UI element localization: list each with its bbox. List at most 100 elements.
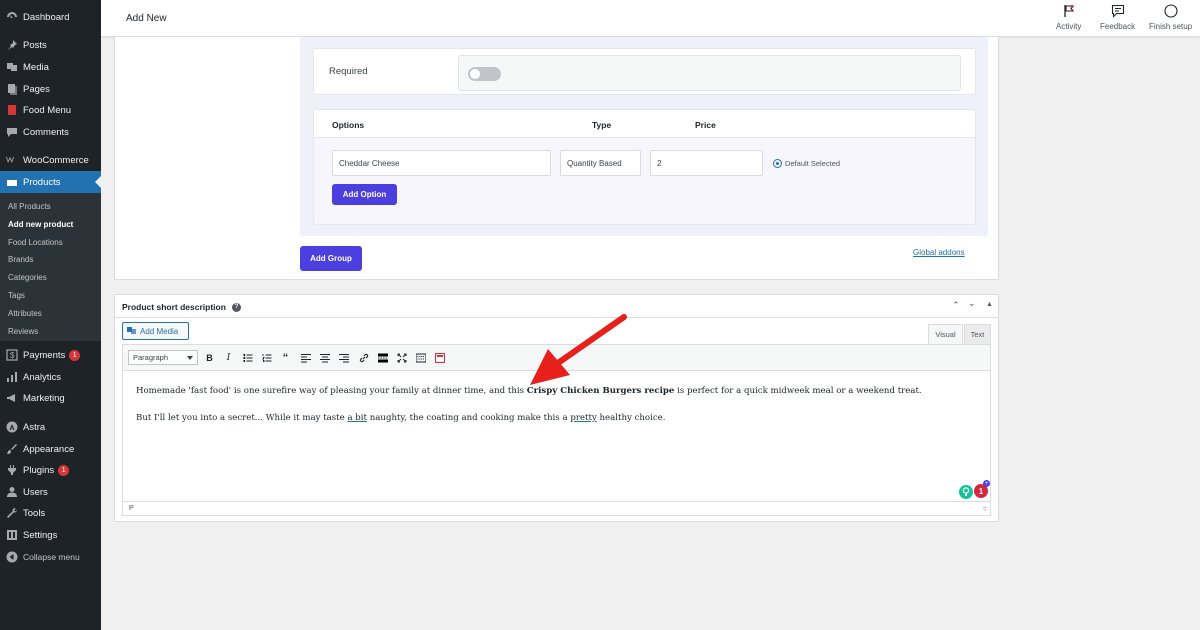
element-path[interactable]: P (129, 505, 134, 512)
required-toggle[interactable] (468, 67, 501, 81)
menu-marketing[interactable]: Marketing (0, 387, 101, 409)
form-embed-icon[interactable] (433, 351, 446, 364)
default-selected-radio[interactable]: Default Selected (773, 159, 840, 168)
option-type-select[interactable]: Quantity Based (560, 150, 641, 176)
editor-content[interactable]: Homemade 'fast food' is one surefire way… (123, 372, 990, 502)
text-run: naughty, the coating and cooking make th… (367, 413, 571, 424)
menu-settings[interactable]: Settings (0, 524, 101, 546)
menu-users[interactable]: Users (0, 481, 101, 503)
astra-icon (6, 421, 18, 433)
menu-food-menu[interactable]: Food Menu (0, 99, 101, 121)
bullet-list-icon[interactable] (241, 351, 254, 364)
submenu-categories[interactable]: Categories (8, 273, 47, 282)
required-row: Required (313, 48, 976, 95)
finish-setup-label: Finish setup (1149, 22, 1193, 31)
blockquote-icon[interactable]: “ (279, 351, 292, 364)
settings-icon (6, 529, 18, 541)
resize-handle-icon[interactable]: ≑ (982, 505, 988, 513)
menu-label: Posts (23, 39, 47, 51)
submenu-attributes[interactable]: Attributes (8, 309, 42, 318)
finish-setup-button[interactable]: Finish setup (1149, 4, 1192, 31)
menu-pages[interactable]: Pages (0, 78, 101, 100)
analytics-icon (6, 371, 18, 383)
text-run: But I'll let you into a secret... While … (136, 413, 348, 424)
menu-astra[interactable]: Astra (0, 416, 101, 438)
menu-label: Appearance (23, 443, 75, 455)
flag-icon (1064, 4, 1074, 17)
format-select[interactable]: Paragraph (128, 350, 198, 365)
plus-icon[interactable]: + (983, 480, 990, 487)
required-toggle-field (458, 55, 961, 91)
link-icon[interactable] (357, 351, 370, 364)
menu-woocommerce[interactable]: WooCommerce (0, 149, 101, 171)
menu-posts[interactable]: Posts (0, 34, 101, 56)
menu-label: WooCommerce (23, 154, 89, 166)
grammar-suggestion[interactable]: a bit (347, 413, 367, 423)
required-label: Required (329, 66, 368, 77)
fullscreen-icon[interactable] (395, 351, 408, 364)
menu-comments[interactable]: Comments (0, 121, 101, 143)
menu-label: Astra (23, 421, 46, 433)
add-group-button[interactable]: Add Group (300, 246, 362, 271)
submenu-add-new-product[interactable]: Add new product (8, 220, 73, 229)
options-table: Options Type Price Cheddar Cheese Quanti… (313, 109, 976, 225)
menu-label: Users (23, 486, 48, 498)
submenu-food-locations[interactable]: Food Locations (8, 238, 63, 247)
menu-analytics[interactable]: Analytics (0, 366, 101, 388)
submenu-reviews[interactable]: Reviews (8, 327, 38, 336)
default-selected-label: Default Selected (785, 159, 841, 168)
menu-products[interactable]: Products (0, 171, 101, 193)
align-center-icon[interactable] (318, 351, 331, 364)
price-column-header: Price (695, 120, 716, 130)
admin-sidebar: Dashboard Posts Media Pages Food Menu Co… (0, 0, 101, 630)
menu-dashboard[interactable]: Dashboard (0, 6, 101, 28)
submenu-tags[interactable]: Tags (8, 291, 25, 300)
feedback-button[interactable]: Feedback (1100, 4, 1135, 31)
add-option-button[interactable]: Add Option (332, 184, 397, 205)
menu-appearance[interactable]: Appearance (0, 438, 101, 460)
align-left-icon[interactable] (299, 351, 312, 364)
menu-media[interactable]: Media (0, 56, 101, 78)
move-up-icon[interactable]: ⌃ (952, 300, 960, 311)
menu-payments[interactable]: $ Payments 1 (0, 344, 101, 366)
tab-text[interactable]: Text (964, 324, 991, 344)
grammar-suggestion[interactable]: pretty (570, 413, 596, 423)
italic-icon[interactable]: I (222, 351, 235, 364)
products-submenu (0, 193, 101, 341)
page-title: Add New (126, 13, 167, 24)
options-header: Options Type Price (314, 110, 975, 138)
media-icon (127, 327, 136, 334)
menu-tools[interactable]: Tools (0, 502, 101, 524)
activity-button[interactable]: Activity (1056, 4, 1081, 31)
feedback-icon (1111, 4, 1124, 18)
option-name-input[interactable]: Cheddar Cheese (332, 150, 551, 176)
collapse-icon (6, 551, 18, 563)
submenu-brands[interactable]: Brands (8, 255, 33, 264)
radio-checked-icon (773, 159, 782, 168)
pages-icon (6, 83, 18, 95)
move-down-icon[interactable]: ⌄ (968, 298, 976, 309)
option-price-input[interactable]: 2 (650, 150, 763, 176)
toolbar-toggle-icon[interactable] (414, 351, 427, 364)
submenu-all-products[interactable]: All Products (8, 202, 51, 211)
add-media-label: Add Media (140, 326, 179, 336)
menu-collapse[interactable]: Collapse menu (0, 546, 101, 568)
menu-label: Plugins (23, 464, 55, 476)
global-addons-link[interactable]: Global addons (913, 248, 965, 257)
align-right-icon[interactable] (337, 351, 350, 364)
bold-icon[interactable]: B (203, 351, 216, 364)
menu-label: Comments (23, 126, 69, 138)
help-icon[interactable]: ? (231, 302, 241, 312)
menu-plugins[interactable]: Plugins 1 (0, 459, 101, 481)
tab-visual[interactable]: Visual (928, 324, 963, 344)
add-media-button[interactable]: Add Media (122, 322, 189, 340)
appearance-icon (6, 443, 18, 455)
format-select-value: Paragraph (133, 353, 169, 362)
editor-statusbar: P (123, 501, 990, 515)
text-run: healthy choice. (596, 413, 666, 424)
numbered-list-icon[interactable] (260, 351, 273, 364)
read-more-icon[interactable] (376, 351, 389, 364)
top-bar: Add New Activity Feedback Finish setup (101, 0, 1200, 37)
grammarly-icon[interactable] (959, 485, 973, 499)
collapse-panel-icon[interactable]: ▲ (986, 301, 993, 308)
